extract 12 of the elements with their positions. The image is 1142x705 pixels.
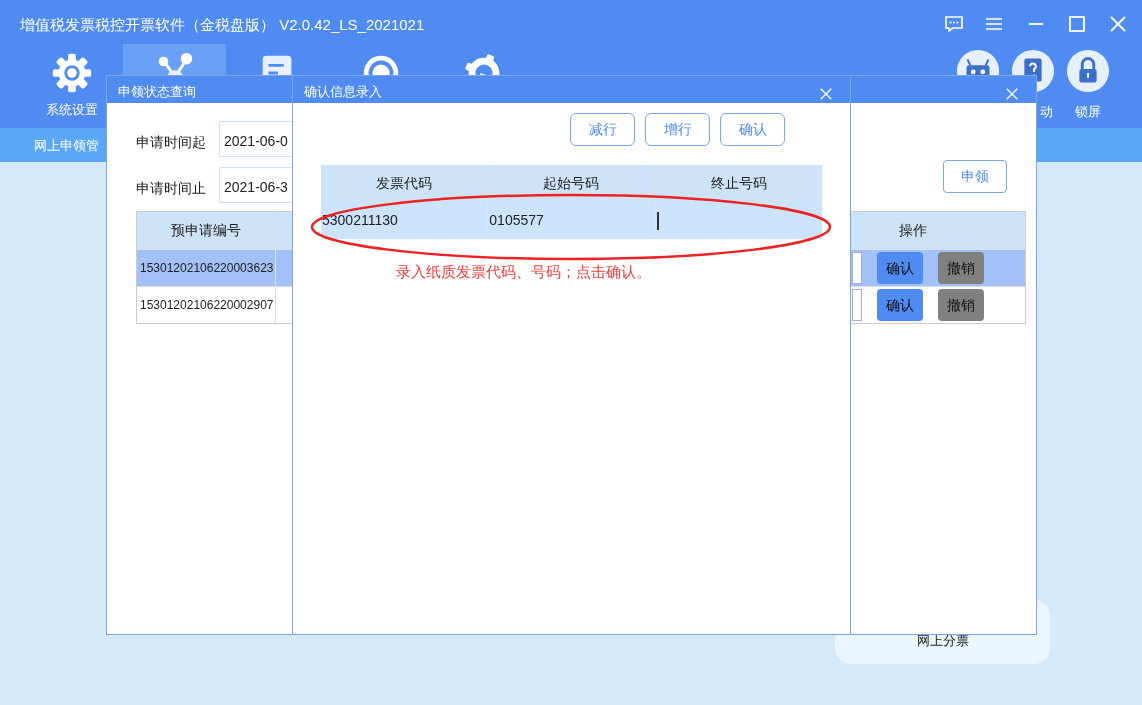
column-header: 操作 [897,221,928,240]
tool-label: 动 [1039,103,1053,121]
tool-label: 锁屏 [1075,103,1101,121]
window-title: 增值税发票税控开票软件（金税盘版） V2.0.42_LS_2021021 [20,15,425,35]
table-cell-text: 5300211130 [322,211,398,230]
table-cell: 15301202106220002907 [137,287,276,323]
field-label: 申请时间起 [136,133,206,152]
annotation-text: 录入纸质发票代码、号码；点击确认。 [396,262,652,282]
column-header: 终止号码 [709,174,768,193]
dialog-title: 确认信息录入 [304,83,382,101]
field-label: 申请时间止 [136,179,206,198]
table-cell-text: 0105577 [489,211,544,230]
